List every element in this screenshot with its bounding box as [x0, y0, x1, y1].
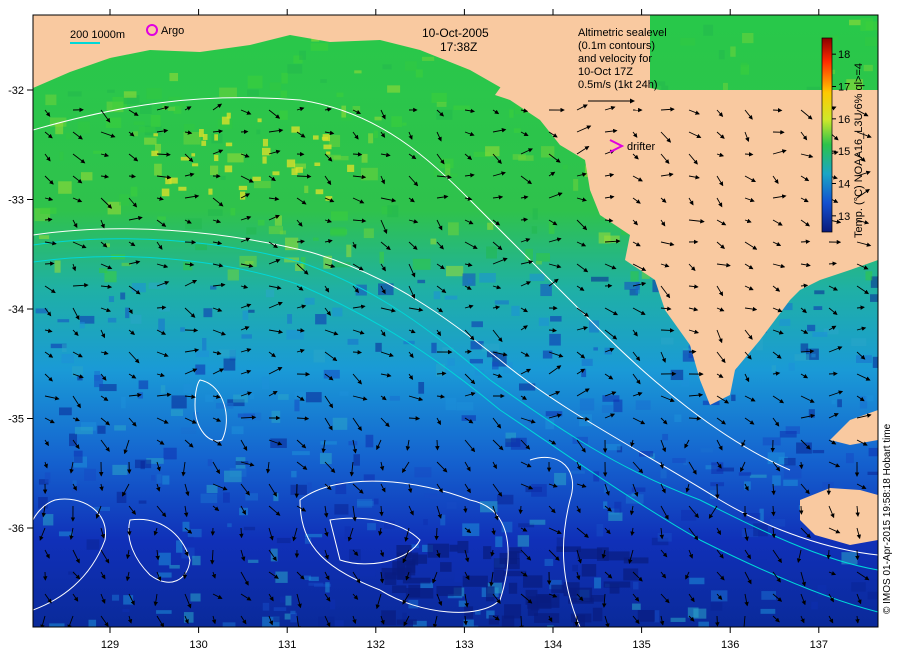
- colorbar-tick-label: 14: [838, 179, 850, 191]
- colorbar-tick-label: 18: [838, 49, 850, 61]
- info-line: 0.5m/s (1kt 24h): [578, 79, 657, 91]
- colorbar: [821, 37, 833, 233]
- drifter-label: drifter: [627, 141, 655, 153]
- x-tick-label: 136: [721, 639, 739, 651]
- x-tick-label: 131: [278, 639, 296, 651]
- colorbar-tick-label: 17: [838, 82, 850, 94]
- info-line: Altimetric sealevel: [578, 27, 667, 39]
- argo-label: Argo: [161, 25, 184, 37]
- info-line: (0.1m contours): [578, 40, 655, 52]
- y-tick-label: -36: [8, 523, 24, 535]
- colorbar-tick-label: 16: [838, 114, 850, 126]
- y-axis: -32 -33 -34 -35 -36: [8, 85, 33, 535]
- x-tick-label: 132: [367, 639, 385, 651]
- info-line: and velocity for: [578, 53, 652, 65]
- x-tick-label: 130: [189, 639, 207, 651]
- credit-stamp: © IMOS 01-Apr-2015 19:58:18 Hobart time: [882, 423, 893, 614]
- x-tick-label: 135: [632, 639, 650, 651]
- colorbar-title: Temp. (°C) NOAA16_L3U 6% ql>=4: [853, 63, 865, 238]
- y-tick-label: -35: [8, 414, 24, 426]
- date-label: 10-Oct-2005: [422, 26, 489, 40]
- x-tick-label: 134: [544, 639, 562, 651]
- colorbar-tick-label: 15: [838, 146, 850, 158]
- x-tick-label: 133: [455, 639, 473, 651]
- colorbar-tick-label: 13: [838, 211, 850, 223]
- x-tick-label: 129: [101, 639, 119, 651]
- y-tick-label: -33: [8, 195, 24, 207]
- info-line: 10-Oct 17Z: [578, 66, 633, 78]
- sst-map: 200 1000m Argo 10-Oct-2005 17:38Z Altime…: [8, 9, 879, 651]
- isobath-legend-label: 200 1000m: [70, 29, 125, 41]
- y-tick-label: -34: [8, 304, 24, 316]
- y-tick-label: -32: [8, 85, 24, 97]
- x-tick-label: 137: [810, 639, 828, 651]
- time-label: 17:38Z: [440, 40, 477, 54]
